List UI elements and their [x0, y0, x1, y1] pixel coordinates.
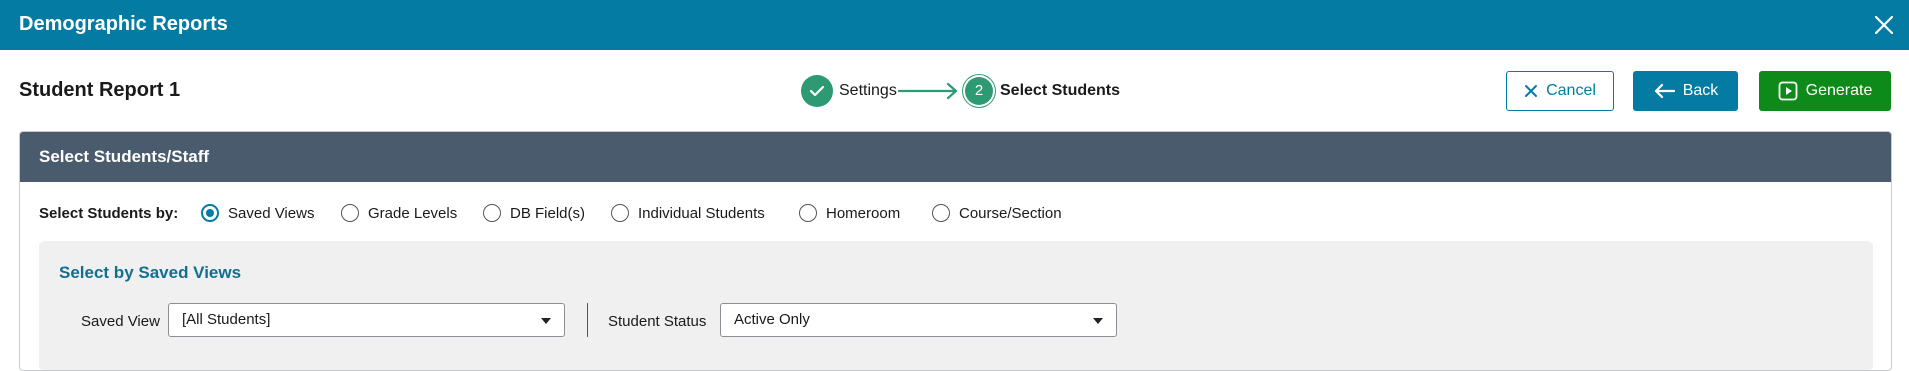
step-select-students-label: Select Students — [1000, 82, 1121, 99]
caret-down-icon — [1093, 318, 1103, 324]
radio-selected-icon — [201, 204, 219, 222]
radio-saved-views[interactable]: Saved Views — [201, 201, 314, 225]
arrow-right-icon — [898, 82, 958, 100]
generate-button[interactable]: Generate — [1759, 71, 1891, 111]
radio-icon — [799, 204, 817, 222]
field-divider — [587, 303, 588, 337]
saved-view-select[interactable]: [All Students] — [168, 303, 565, 337]
select-students-panel: Select Students/Staff Select Students by… — [19, 131, 1892, 371]
radio-icon — [932, 204, 950, 222]
radio-icon — [341, 204, 359, 222]
radio-db-fields[interactable]: DB Field(s) — [483, 201, 585, 225]
cancel-button[interactable]: Cancel — [1506, 71, 1614, 111]
panel-title: Select Students/Staff — [20, 132, 1891, 182]
step-current-indicator: 2 — [963, 75, 995, 107]
select-by-options: Select Students by: Saved Views Grade Le… — [39, 201, 1239, 225]
check-icon — [809, 85, 825, 97]
subpanel-title: Select by Saved Views — [59, 263, 242, 282]
caret-down-icon — [541, 318, 551, 324]
dialog-titlebar: Demographic Reports — [0, 0, 1909, 50]
x-icon — [1525, 85, 1538, 97]
dialog-title: Demographic Reports — [19, 13, 228, 35]
student-status-select[interactable]: Active Only — [720, 303, 1117, 337]
step-settings-label: Settings — [839, 82, 897, 99]
radio-course-section[interactable]: Course/Section — [932, 201, 1062, 225]
close-icon[interactable] — [1873, 14, 1895, 36]
radio-individual-students[interactable]: Individual Students — [611, 201, 765, 225]
arrow-left-icon — [1654, 83, 1675, 99]
report-name: Student Report 1 — [19, 79, 181, 101]
play-icon — [1778, 81, 1798, 101]
student-status-label: Student Status — [608, 313, 707, 330]
radio-homeroom[interactable]: Homeroom — [799, 201, 900, 225]
radio-icon — [611, 204, 629, 222]
saved-views-subpanel: Select by Saved Views Saved View [All St… — [39, 241, 1873, 370]
back-button[interactable]: Back — [1633, 71, 1738, 111]
select-by-label: Select Students by: — [39, 205, 179, 222]
step-complete-indicator — [801, 75, 833, 107]
radio-grade-levels[interactable]: Grade Levels — [341, 201, 457, 225]
saved-view-label: Saved View — [81, 313, 160, 330]
radio-icon — [483, 204, 501, 222]
